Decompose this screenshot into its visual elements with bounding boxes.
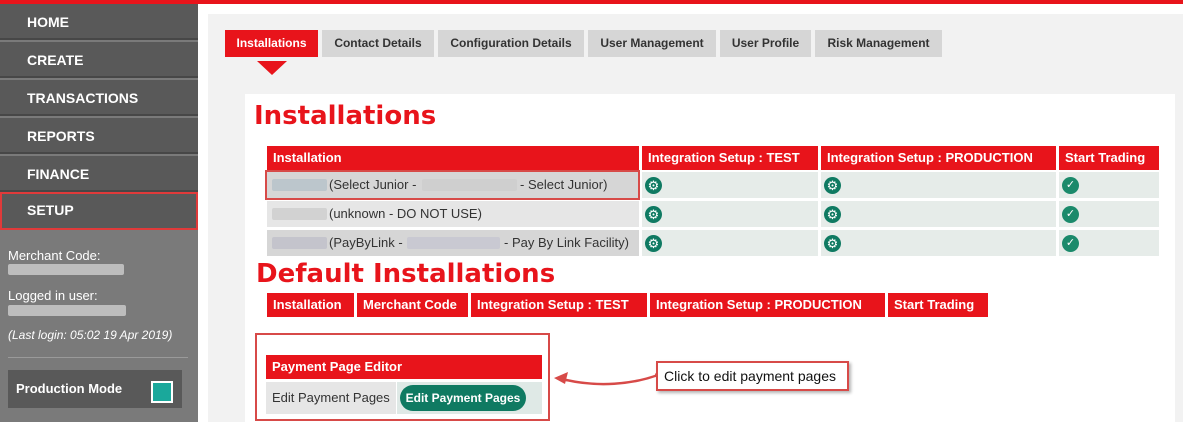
col-header-installation: Installation (267, 293, 354, 317)
col-header-integration-test: Integration Setup : TEST (471, 293, 647, 317)
production-mode-toggle[interactable] (151, 381, 173, 403)
installation-name: (PayByLink - (329, 235, 403, 250)
callout-arrow-icon (554, 372, 661, 386)
payment-page-editor-header: Payment Page Editor (266, 355, 542, 379)
table-cell: ⚙ (821, 172, 1056, 198)
sidebar-item-setup[interactable]: SETUP (0, 192, 198, 230)
tab-installations[interactable]: Installations (225, 30, 318, 57)
active-tab-pointer (257, 61, 287, 75)
tab-risk-management[interactable]: Risk Management (815, 30, 942, 57)
sidebar-item-finance[interactable]: FINANCE (0, 156, 198, 192)
callout-note: Click to edit payment pages (656, 361, 849, 391)
table-row: (PayByLink - - Pay By Link Facility) (267, 230, 639, 256)
installations-title: Installations (254, 101, 437, 131)
installation-id-redacted (272, 237, 327, 249)
tab-user-management[interactable]: User Management (588, 30, 716, 57)
col-header-integration-production: Integration Setup : PRODUCTION (821, 146, 1056, 170)
sidebar: HOME CREATE TRANSACTIONS REPORTS FINANCE… (0, 4, 198, 422)
gear-icon[interactable]: ⚙ (645, 206, 662, 223)
col-header-installation: Installation (267, 146, 639, 170)
production-mode-label: Production Mode (16, 381, 123, 396)
logged-in-user-label: Logged in user: (8, 288, 98, 303)
col-header-merchant-code: Merchant Code (357, 293, 468, 317)
edit-payment-pages-button[interactable]: Edit Payment Pages (400, 385, 526, 411)
gear-icon[interactable]: ⚙ (824, 235, 841, 252)
check-icon[interactable]: ✓ (1062, 235, 1079, 252)
table-cell: ✓ (1059, 172, 1159, 198)
tab-user-profile[interactable]: User Profile (720, 30, 811, 57)
installation-detail-redacted (407, 237, 500, 249)
installation-name: (unknown - DO NOT USE) (329, 206, 482, 221)
sidebar-item-transactions[interactable]: TRANSACTIONS (0, 80, 198, 116)
table-cell: ✓ (1059, 230, 1159, 256)
col-header-start-trading: Start Trading (888, 293, 988, 317)
installation-id-redacted (272, 208, 327, 220)
sidebar-item-home[interactable]: HOME (0, 4, 198, 40)
default-installations-title: Default Installations (256, 259, 556, 289)
payment-page-editor-label: Edit Payment Pages (266, 382, 396, 414)
sidebar-item-reports[interactable]: REPORTS (0, 118, 198, 154)
table-cell: ⚙ (642, 172, 818, 198)
merchant-code-value-redacted (8, 264, 124, 275)
tab-contact-details[interactable]: Contact Details (322, 30, 434, 57)
merchant-code-label: Merchant Code: (8, 248, 101, 263)
tab-configuration-details[interactable]: Configuration Details (438, 30, 584, 57)
gear-icon[interactable]: ⚙ (645, 177, 662, 194)
col-header-integration-production: Integration Setup : PRODUCTION (650, 293, 885, 317)
table-cell: ✓ (1059, 201, 1159, 227)
table-cell: ⚙ (642, 201, 818, 227)
gear-icon[interactable]: ⚙ (645, 235, 662, 252)
check-icon[interactable]: ✓ (1062, 177, 1079, 194)
installation-name-suffix: - Pay By Link Facility) (504, 235, 629, 250)
last-login-text: (Last login: 05:02 19 Apr 2019) (8, 328, 173, 342)
table-cell: ⚙ (821, 201, 1056, 227)
gear-icon[interactable]: ⚙ (824, 206, 841, 223)
gear-icon[interactable]: ⚙ (824, 177, 841, 194)
table-cell: ⚙ (642, 230, 818, 256)
sidebar-item-create[interactable]: CREATE (0, 42, 198, 78)
table-cell: ⚙ (821, 230, 1056, 256)
table-row: (unknown - DO NOT USE) (267, 201, 639, 227)
logged-in-user-value-redacted (8, 305, 126, 316)
check-icon[interactable]: ✓ (1062, 206, 1079, 223)
sidebar-divider (8, 357, 188, 358)
col-header-start-trading: Start Trading (1059, 146, 1159, 170)
row-highlight-box (265, 170, 640, 200)
col-header-integration-test: Integration Setup : TEST (642, 146, 818, 170)
